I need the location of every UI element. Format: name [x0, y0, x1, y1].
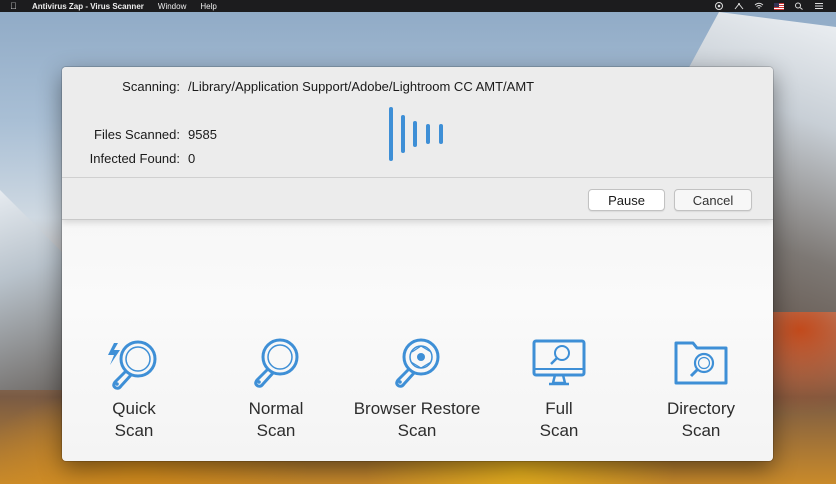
normal-scan-icon — [254, 338, 299, 388]
infected-found-label: Infected Found: — [89, 151, 180, 166]
infected-found-row: Infected Found: 0 — [62, 151, 196, 166]
files-scanned-row: Files Scanned: 9585 — [62, 127, 217, 142]
activity-bar — [401, 115, 405, 153]
normal-scan-label: Normal Scan — [206, 398, 346, 442]
quick-scan-button[interactable]: Quick Scan — [64, 332, 204, 447]
cancel-button[interactable]: Cancel — [674, 189, 752, 211]
airdrop-icon[interactable] — [734, 2, 744, 10]
full-scan-label-line1: Full — [545, 399, 573, 418]
directory-scan-button[interactable]: Directory Scan — [631, 332, 771, 447]
browser-restore-scan-icon — [395, 338, 440, 388]
notification-center-icon[interactable] — [814, 2, 824, 10]
menubar-status-area — [714, 2, 824, 10]
browser-restore-scan-label: Browser Restore Scan — [347, 398, 487, 442]
scanning-path: /Library/Application Support/Adobe/Light… — [188, 79, 535, 94]
menubar:  Antivirus Zap - Virus Scanner Window H… — [0, 0, 836, 12]
files-scanned-label: Files Scanned: — [94, 127, 180, 142]
sheet-divider — [62, 177, 773, 178]
activity-bar — [439, 124, 443, 144]
scanning-row: Scanning: /Library/Application Support/A… — [62, 79, 534, 94]
scan-progress-sheet: Scanning: /Library/Application Support/A… — [62, 67, 773, 220]
quick-scan-icon — [108, 340, 157, 390]
directory-scan-icon — [674, 341, 728, 385]
directory-scan-label-line2: Scan — [681, 421, 721, 440]
pause-button[interactable]: Pause — [588, 189, 665, 211]
quick-scan-label-line2: Scan — [114, 421, 154, 440]
browser-restore-scan-label-line2: Scan — [397, 421, 437, 440]
antivirus-status-icon[interactable] — [714, 2, 724, 10]
directory-scan-label: Directory Scan — [631, 398, 771, 442]
activity-bar — [389, 107, 393, 161]
activity-bar — [413, 121, 417, 147]
quick-scan-label: Quick Scan — [64, 398, 204, 442]
full-scan-label-line2: Scan — [539, 421, 579, 440]
input-source-flag-icon[interactable] — [774, 2, 784, 10]
scan-options: Quick Scan Normal Scan Browser Restore S… — [62, 332, 773, 447]
normal-scan-label-line1: Normal — [248, 399, 304, 418]
apple-menu-icon[interactable]:  — [10, 1, 24, 11]
activity-bar — [426, 124, 430, 144]
infected-found-value: 0 — [188, 151, 196, 166]
menubar-item-window[interactable]: Window — [158, 2, 186, 11]
quick-scan-label-line1: Quick — [112, 399, 156, 418]
menubar-item-help[interactable]: Help — [200, 2, 216, 11]
wifi-icon[interactable] — [754, 2, 764, 10]
full-scan-button[interactable]: Full Scan — [489, 332, 629, 447]
normal-scan-label-line2: Scan — [256, 421, 296, 440]
scanning-activity-icon — [389, 107, 449, 161]
browser-restore-scan-label-line1: Browser Restore — [353, 399, 481, 418]
browser-restore-scan-button[interactable]: Browser Restore Scan — [347, 332, 487, 447]
full-scan-label: Full Scan — [489, 398, 629, 442]
menubar-app-name[interactable]: Antivirus Zap - Virus Scanner — [32, 2, 144, 11]
full-scan-icon — [532, 339, 586, 386]
directory-scan-label-line1: Directory — [666, 399, 735, 418]
files-scanned-value: 9585 — [188, 127, 217, 142]
app-window: Scanning: /Library/Application Support/A… — [62, 67, 773, 461]
normal-scan-button[interactable]: Normal Scan — [206, 332, 346, 447]
scanning-label: Scanning: — [122, 79, 180, 94]
spotlight-search-icon[interactable] — [794, 2, 804, 10]
